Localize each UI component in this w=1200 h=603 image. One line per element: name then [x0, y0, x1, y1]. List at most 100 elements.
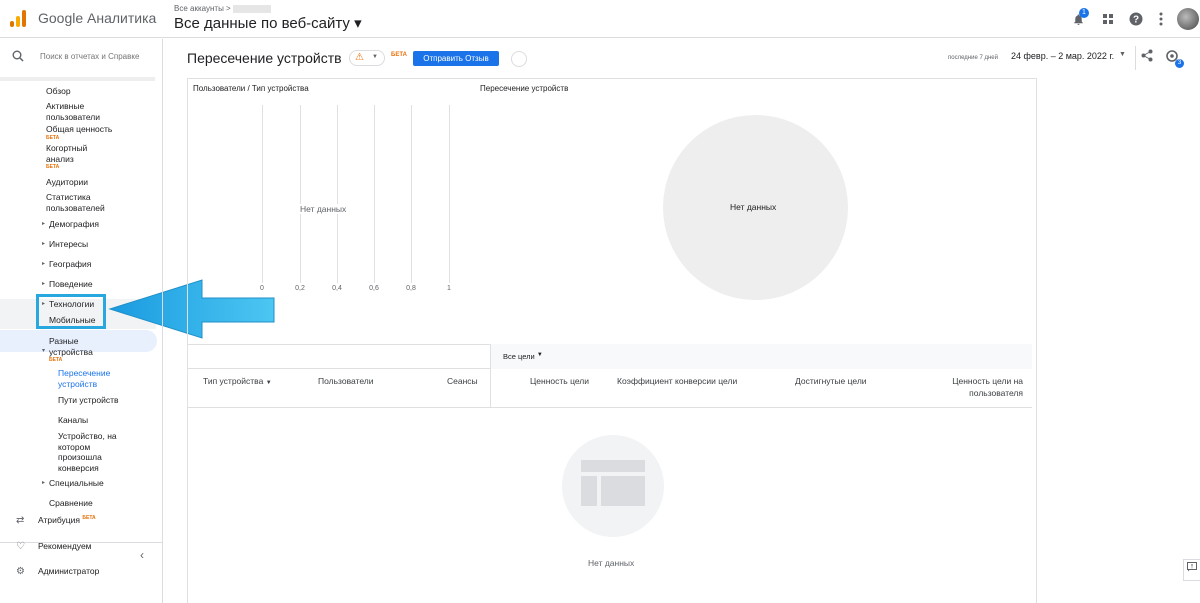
- col-header-goal-value[interactable]: Ценность цели: [530, 375, 589, 387]
- sidebar-item-device-paths[interactable]: Пути устройств: [58, 395, 119, 406]
- caret-right-icon: ▸: [42, 261, 46, 267]
- page-title: Пересечение устройств: [187, 50, 342, 66]
- beta-badge: БЕТА: [391, 52, 407, 58]
- analytics-logo[interactable]: [10, 10, 26, 27]
- table-column-divider: [490, 369, 491, 407]
- col-header-goal-value-per-user[interactable]: Ценность цели на пользователя: [932, 375, 1023, 399]
- chart-gridline: [262, 105, 263, 283]
- sort-desc-icon: ▼: [265, 380, 272, 386]
- sidebar-item-discover[interactable]: ♡ Рекомендуем: [16, 541, 92, 552]
- table-icon: [581, 460, 645, 506]
- sidebar-item-overview[interactable]: Обзор: [46, 86, 71, 97]
- col-header-label: Тип устройства: [203, 376, 264, 386]
- search-input[interactable]: [40, 52, 158, 61]
- no-data-label: Нет данных: [300, 204, 347, 214]
- redacted-account: [232, 4, 271, 13]
- chevron-down-icon[interactable]: ▼: [1119, 51, 1126, 58]
- sidebar-item-channels[interactable]: Каналы: [58, 415, 88, 426]
- sidebar-item-behavior[interactable]: ▸ Поведение: [42, 279, 93, 290]
- col-header-users[interactable]: Пользователи: [318, 375, 373, 387]
- beta-badge: БЕТА: [46, 134, 60, 141]
- sampling-warning-button[interactable]: ⚠ ▼: [349, 50, 385, 66]
- highlight-box: [36, 294, 106, 329]
- sidebar-item-label: География: [49, 259, 92, 269]
- chart-gridline: [411, 105, 412, 283]
- gear-icon: ⚙: [16, 566, 25, 577]
- beta-badge: БЕТА: [82, 515, 96, 522]
- app-brand[interactable]: Google Аналитика: [38, 10, 156, 26]
- sidebar-item-interests[interactable]: ▸ Интересы: [42, 239, 89, 250]
- more-vert-icon[interactable]: [1151, 9, 1171, 29]
- sidebar-item-label: Специальные: [49, 478, 104, 488]
- sidebar-item-demographics[interactable]: ▸ Демография: [42, 219, 99, 230]
- sidebar-item-label: Рекомендуем: [38, 541, 92, 551]
- axis-tick-label: 1: [447, 285, 451, 292]
- sidebar-item-benchmarking[interactable]: ▸Сравнение: [49, 498, 93, 508]
- chevron-down-icon: ▼: [536, 352, 543, 358]
- caret-right-icon: ▸: [42, 241, 46, 247]
- axis-tick-label: 0,2: [295, 285, 305, 292]
- attribution-icon: ⇄: [16, 515, 25, 526]
- collapse-sidebar-icon[interactable]: ‹: [140, 548, 144, 562]
- col-header-device-type[interactable]: Тип устройства ▼: [203, 375, 272, 389]
- sidebar-item-label: Разные устройства: [49, 336, 93, 357]
- goals-select-label: Все цели: [503, 352, 535, 361]
- sidebar-item-lifetime-value[interactable]: Общая ценность БЕТА: [46, 124, 136, 141]
- caret-right-icon: ▸: [42, 221, 46, 227]
- help-icon[interactable]: ?: [1126, 9, 1146, 29]
- caret-right-icon: ▸: [42, 480, 46, 486]
- axis-tick-label: 0,8: [406, 285, 416, 292]
- sidebar-item-device-overlap[interactable]: Пересечение устройств: [58, 368, 138, 389]
- apps-grid-icon[interactable]: [1098, 9, 1118, 29]
- sidebar-item-label: Когортный анализ: [46, 143, 88, 164]
- sidebar-item-label: Поведение: [49, 279, 93, 289]
- col-header-goals-achieved[interactable]: Достигнутые цели: [795, 375, 867, 387]
- sidebar-item-label: Атрибуция: [38, 515, 81, 525]
- warning-icon: ⚠: [355, 52, 364, 63]
- col-header-sessions[interactable]: Сеансы: [447, 375, 478, 387]
- chart-gridline: [337, 105, 338, 283]
- send-feedback-button[interactable]: Отправить Отзыв: [413, 51, 499, 66]
- sidebar-item-label: Интересы: [49, 239, 89, 249]
- date-range-selector[interactable]: 24 февр. – 2 мар. 2022 г.: [1011, 51, 1114, 61]
- chart-title-device-overlap: Пересечение устройств: [480, 84, 569, 93]
- goals-header: [490, 344, 1032, 369]
- sidebar-item-attribution[interactable]: ⇄ Атрибуция БЕТА: [16, 515, 96, 526]
- sidebar-item-conversion-device[interactable]: Устройство, на котором произошла конверс…: [58, 431, 130, 473]
- sidebar-item-label: Администратор: [38, 566, 100, 576]
- share-icon[interactable]: [1141, 49, 1153, 65]
- avatar[interactable]: [1177, 8, 1199, 30]
- chevron-down-icon: ▼: [372, 54, 378, 60]
- sidebar-item-geo[interactable]: ▸ География: [42, 259, 92, 270]
- caret-right-icon: ▸: [42, 281, 46, 287]
- breadcrumb[interactable]: Все аккаунты >: [174, 4, 271, 13]
- sidebar-item-label: Общая ценность: [46, 124, 113, 134]
- insights-badge: 3: [1175, 59, 1184, 68]
- sidebar-item-audiences[interactable]: Аудитории: [46, 177, 88, 188]
- breadcrumb-label: Все аккаунты >: [174, 4, 231, 13]
- sidebar-item-label: Демография: [49, 219, 99, 229]
- main-divider: [162, 39, 163, 603]
- axis-tick-label: 0: [260, 285, 264, 292]
- lightbulb-icon: ♡: [16, 541, 25, 552]
- date-range-prefix: последние 7 дней: [948, 55, 998, 61]
- beta-badge: БЕТА: [46, 164, 60, 170]
- sidebar-item-cohort[interactable]: Когортный анализ БЕТА: [46, 143, 106, 170]
- sidebar-item-custom[interactable]: ▸ Специальные: [42, 478, 104, 489]
- sidebar-item-label: Сравнение: [49, 498, 93, 508]
- property-selector[interactable]: Все данные по веб-сайту ▾: [174, 14, 362, 32]
- sidebar-item-cross-device[interactable]: ▾ Разные устройства БЕТА: [42, 336, 104, 363]
- beta-badge: БЕТА: [49, 357, 63, 363]
- axis-tick-label: 0,6: [369, 285, 379, 292]
- caret-down-icon: ▾: [42, 348, 46, 354]
- feedback-float-icon[interactable]: [1183, 559, 1200, 581]
- search-icon[interactable]: [12, 50, 24, 65]
- col-header-goal-conversion[interactable]: Коэффициент конверсии цели: [617, 375, 737, 387]
- goals-select[interactable]: Все цели ▼: [503, 352, 543, 361]
- top-header: Google Аналитика Все аккаунты > Все данн…: [0, 0, 1200, 38]
- sidebar-item-active-users[interactable]: Активные пользователи: [46, 101, 116, 122]
- sidebar-divider: [0, 77, 155, 81]
- sidebar-item-user-explorer[interactable]: Статистика пользователей: [46, 192, 126, 213]
- sidebar-item-admin[interactable]: ⚙ Администратор: [16, 566, 99, 577]
- no-data-label: Нет данных: [588, 558, 635, 568]
